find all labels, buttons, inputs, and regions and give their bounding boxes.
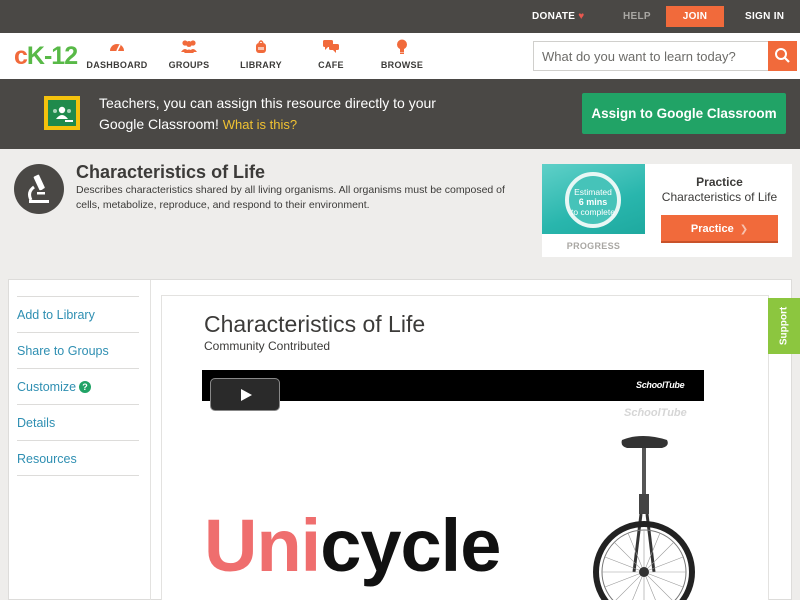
sign-in-link[interactable]: SIGN IN bbox=[745, 0, 784, 33]
nav-browse-label: BROWSE bbox=[380, 60, 424, 70]
top-bar: DONATE ♥ HELP JOIN SIGN IN bbox=[0, 0, 800, 33]
sidebar-item-label: Add to Library bbox=[17, 308, 95, 322]
what-is-this-link[interactable]: What is this? bbox=[223, 117, 297, 132]
chevron-right-icon: ❯ bbox=[739, 224, 749, 235]
resource-header: Characteristics of Life Describes charac… bbox=[0, 149, 800, 279]
nav-groups-label: GROUPS bbox=[168, 60, 210, 70]
schooltube-logo: SchoolTube bbox=[636, 380, 685, 390]
assign-google-classroom-button[interactable]: Assign to Google Classroom bbox=[582, 93, 786, 134]
help-link[interactable]: HELP bbox=[623, 0, 651, 33]
nav-library[interactable]: LIBRARY bbox=[226, 39, 296, 70]
help-question-icon[interactable]: ? bbox=[79, 381, 92, 393]
people-icon bbox=[154, 39, 224, 56]
content-subtitle: Community Contributed bbox=[204, 339, 331, 353]
google-classroom-banner: Teachers, you can assign this resource d… bbox=[0, 79, 800, 149]
sidebar-item-customize[interactable]: Customize? bbox=[17, 368, 139, 404]
progress-label: PROGRESS bbox=[566, 241, 621, 251]
sidebar-item-details[interactable]: Details bbox=[17, 404, 139, 440]
sidebar-item-label: Customize bbox=[17, 380, 77, 394]
main-content-box: Add to Library Share to Groups Customize… bbox=[8, 279, 792, 600]
progress-image: Estimated 6 mins to complete bbox=[542, 164, 645, 234]
backpack-icon bbox=[226, 39, 296, 56]
banner-text: Teachers, you can assign this resource d… bbox=[99, 93, 459, 135]
support-label: Support bbox=[778, 306, 790, 346]
chat-bubbles-icon bbox=[296, 39, 366, 56]
resource-description: Describes characteristics shared by all … bbox=[76, 184, 505, 211]
estimate-minutes: 6 mins bbox=[578, 197, 608, 207]
play-button[interactable] bbox=[210, 378, 280, 411]
microscope-icon bbox=[14, 164, 64, 214]
donate-link[interactable]: DONATE ♥ bbox=[532, 0, 585, 33]
nav-groups[interactable]: GROUPS bbox=[154, 39, 224, 70]
ck12-logo[interactable]: cK-12 bbox=[14, 42, 78, 70]
nav-dashboard-label: DASHBOARD bbox=[86, 60, 148, 70]
sidebar-item-share-to-groups[interactable]: Share to Groups bbox=[17, 332, 139, 368]
google-classroom-icon bbox=[44, 96, 80, 130]
estimate-label: Estimated bbox=[574, 187, 612, 197]
search-box bbox=[533, 41, 797, 71]
estimate-suffix: to complete bbox=[571, 207, 615, 217]
unicycle-title-text: Unicycle bbox=[204, 496, 501, 596]
practice-heading: Practice bbox=[696, 175, 743, 189]
word-black: cycle bbox=[320, 504, 501, 587]
lightbulb-icon bbox=[367, 39, 437, 56]
practice-subtitle: Characteristics of Life bbox=[661, 190, 778, 204]
estimate-circle: Estimated 6 mins to complete bbox=[565, 172, 621, 228]
resource-title: Characteristics of Life bbox=[76, 162, 266, 182]
search-button[interactable] bbox=[768, 41, 797, 71]
practice-card: Estimated 6 mins to complete PROGRESS Pr… bbox=[542, 164, 792, 257]
practice-button-label: Practice bbox=[690, 223, 734, 235]
heart-icon: ♥ bbox=[578, 11, 585, 22]
content-title: Characteristics of Life bbox=[204, 311, 426, 337]
nav-cafe[interactable]: CAFE bbox=[296, 39, 366, 70]
content-panel: Characteristics of Life Community Contri… bbox=[161, 295, 769, 600]
nav-dashboard[interactable]: DASHBOARD bbox=[82, 39, 152, 70]
sidebar-item-add-to-library[interactable]: Add to Library bbox=[17, 296, 139, 332]
donate-label: DONATE bbox=[532, 11, 576, 22]
unicycle-image bbox=[593, 436, 695, 600]
search-input[interactable] bbox=[534, 42, 769, 70]
video-player[interactable]: SchoolTube ScɦoolTube Unicycle bbox=[202, 370, 704, 600]
sidebar-item-label: Resources bbox=[17, 452, 77, 466]
nav-cafe-label: CAFE bbox=[318, 60, 344, 70]
sidebar-item-resources[interactable]: Resources bbox=[17, 440, 139, 476]
join-button[interactable]: JOIN bbox=[666, 6, 724, 27]
nav-browse[interactable]: BROWSE bbox=[367, 39, 437, 70]
word-red: Uni bbox=[204, 504, 321, 587]
sidebar-item-label: Share to Groups bbox=[17, 344, 109, 358]
search-icon bbox=[775, 48, 790, 63]
resource-sidebar: Add to Library Share to Groups Customize… bbox=[9, 280, 151, 600]
practice-button[interactable]: Practice ❯ bbox=[661, 215, 778, 243]
sidebar-item-label: Details bbox=[17, 416, 56, 430]
nav-library-label: LIBRARY bbox=[240, 60, 282, 70]
gauge-icon bbox=[82, 39, 152, 56]
support-tab[interactable]: Support bbox=[768, 298, 800, 354]
main-nav: cK-12 DASHBOARD GROUPS LIBRARY CAFE BROW… bbox=[0, 33, 800, 79]
